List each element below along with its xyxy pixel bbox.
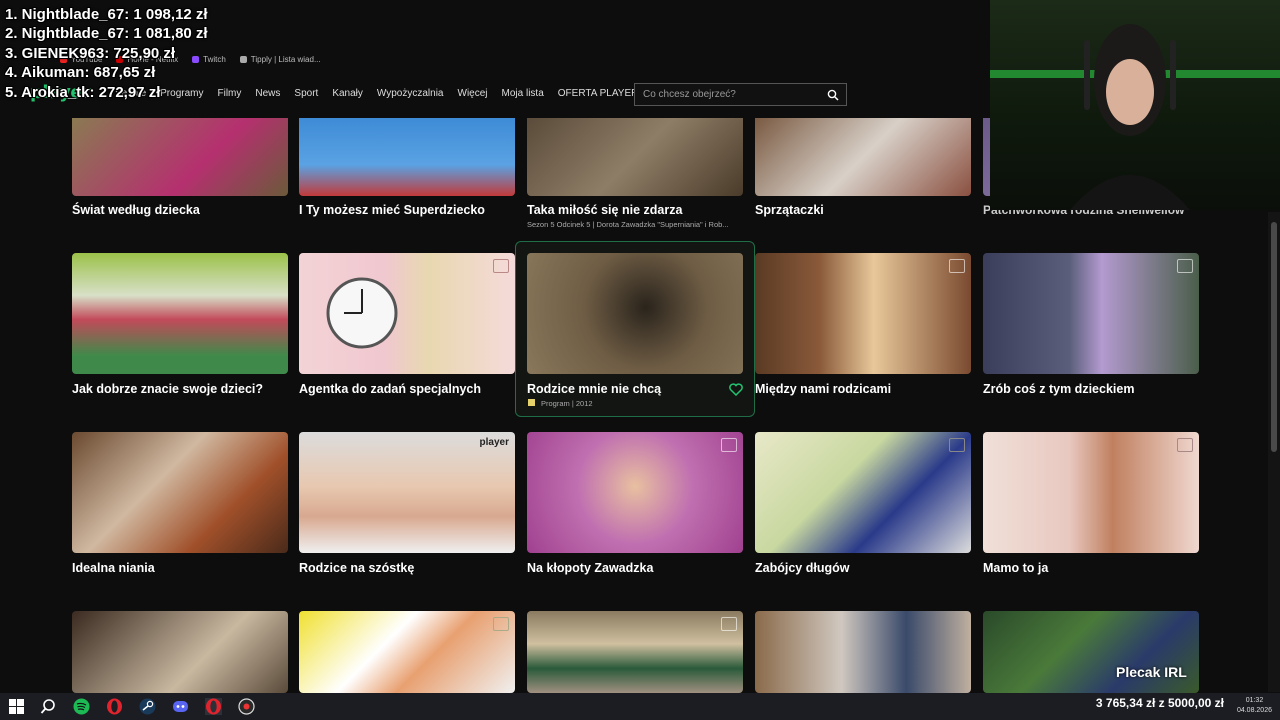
nav-wiecej[interactable]: Więcej: [458, 88, 488, 99]
clock-date: 04.08.2026: [1236, 707, 1272, 714]
thumbnail: [299, 118, 515, 196]
channel-badge: [493, 617, 509, 631]
thumbnail: [527, 432, 743, 553]
thumbnail: [527, 118, 743, 196]
thumbnail: [299, 253, 515, 374]
channel-badge: [1177, 259, 1193, 273]
nav-moja-lista[interactable]: Moja lista: [502, 88, 544, 99]
tile-title: Sprzątaczki: [755, 203, 824, 217]
nav-news[interactable]: News: [255, 88, 280, 99]
thumbnail: [755, 432, 971, 553]
tile-title: Mamo to ja: [983, 561, 1049, 575]
tile-title: Taka miłość się nie zdarza: [527, 203, 683, 217]
rating-icon: [528, 399, 535, 406]
donor-leaderboard: 1. Nightblade_67: 1 098,12 zł 2. Nightbl…: [5, 5, 208, 102]
thumbnail: [527, 611, 743, 693]
nav-oferta[interactable]: OFERTA PLAYER: [558, 88, 639, 99]
tile-title: Rodzice mnie nie chcą: [527, 382, 662, 396]
tile-title: Rodzice na szóstkę: [299, 561, 415, 575]
thumbnail: [72, 432, 288, 553]
tile-title: Na kłopoty Zawadzka: [527, 561, 654, 575]
clock-time: 01:32: [1245, 697, 1264, 704]
discord-icon[interactable]: [172, 698, 189, 715]
channel-badge: [1177, 438, 1193, 452]
windows-start-icon[interactable]: [8, 698, 25, 715]
thumbnail: [755, 253, 971, 374]
tile-title: Świat według dziecka: [72, 203, 200, 217]
system-clock[interactable]: 01:32 04.08.2026: [1237, 696, 1272, 716]
thumbnail: [983, 432, 1199, 553]
search-icon[interactable]: [40, 698, 57, 715]
bookmark-tipply[interactable]: Tipply | Lista wiad...: [239, 55, 321, 64]
scroll-thumb[interactable]: [1271, 222, 1277, 452]
channel-badge: [949, 259, 965, 273]
nav-sport[interactable]: Sport: [294, 88, 318, 99]
heart-plus-icon[interactable]: [729, 383, 743, 396]
steam-icon[interactable]: [139, 698, 156, 715]
plecak-irl-label: Plecak IRL: [1116, 664, 1187, 680]
nav-kanaly[interactable]: Kanały: [332, 88, 363, 99]
page-scrollbar[interactable]: [1268, 212, 1280, 692]
tile-title: I Ty możesz mieć Superdziecko: [299, 203, 485, 217]
tile-title: Między nami rodzicami: [755, 382, 892, 396]
webcam-overlay: [990, 0, 1280, 210]
spotify-icon[interactable]: [73, 698, 90, 715]
thumbnail: [72, 253, 288, 374]
tile-title: Zrób coś z tym dzieckiem: [983, 382, 1135, 396]
streamer-camera: [990, 24, 1280, 210]
donor-row: 2. Nightblade_67: 1 081,80 zł: [5, 25, 208, 43]
channel-badge: [949, 438, 965, 452]
tile-subtitle: Sezon 5 Odcinek 5 | Dorota Zawadzka "Sup…: [527, 220, 729, 229]
channel-badge: [721, 438, 737, 452]
search-icon[interactable]: [827, 89, 839, 101]
player-watermark: player: [479, 437, 509, 448]
donor-row: 5. Arokia_tk: 272,97 zł: [5, 83, 161, 101]
search-placeholder: Co chcesz obejrzeć?: [643, 89, 736, 100]
obs-icon[interactable]: [238, 698, 255, 715]
search-input[interactable]: Co chcesz obejrzeć?: [634, 83, 847, 106]
screen: { "donors": [ "1. Nightblade_67: 1 098,1…: [0, 0, 1280, 720]
thumbnail: [755, 118, 971, 196]
thumbnail: [755, 611, 971, 693]
tipply-icon: [239, 55, 247, 63]
tile-title: Idealna niania: [72, 561, 155, 575]
opera-active-icon[interactable]: [205, 698, 222, 715]
nav-wypozyczalnia[interactable]: Wypożyczalnia: [377, 88, 444, 99]
thumbnail: [983, 611, 1199, 693]
channel-badge: [721, 617, 737, 631]
donor-row: 1. Nightblade_67: 1 098,12 zł: [5, 6, 208, 23]
thumbnail: [527, 253, 743, 374]
taskbar: 3 765,34 zł z 5000,00 zł 01:32 04.08.202…: [0, 693, 1280, 720]
thumbnail: [72, 118, 288, 196]
tile-subtitle: Program | 2012: [541, 399, 593, 408]
donor-row: 3. GIENEK963: 725,90 zł: [5, 44, 176, 62]
channel-badge: [493, 259, 509, 273]
thumbnail: [983, 253, 1199, 374]
opera-icon[interactable]: [106, 698, 123, 715]
tile-title: Jak dobrze znacie swoje dzieci?: [72, 382, 264, 396]
tile-title: Agentka do zadań specjalnych: [299, 382, 481, 396]
thumbnail: [299, 611, 515, 693]
thumbnail: [72, 611, 288, 693]
donation-goal: 3 765,34 zł z 5000,00 zł: [1095, 696, 1224, 710]
donor-row: 4. Aikuman: 687,65 zł: [5, 64, 156, 82]
nav-filmy[interactable]: Filmy: [218, 88, 242, 99]
clock-illustration: [326, 277, 398, 349]
thumbnail: player: [299, 432, 515, 553]
tile-title: Zabójcy długów: [755, 561, 850, 575]
